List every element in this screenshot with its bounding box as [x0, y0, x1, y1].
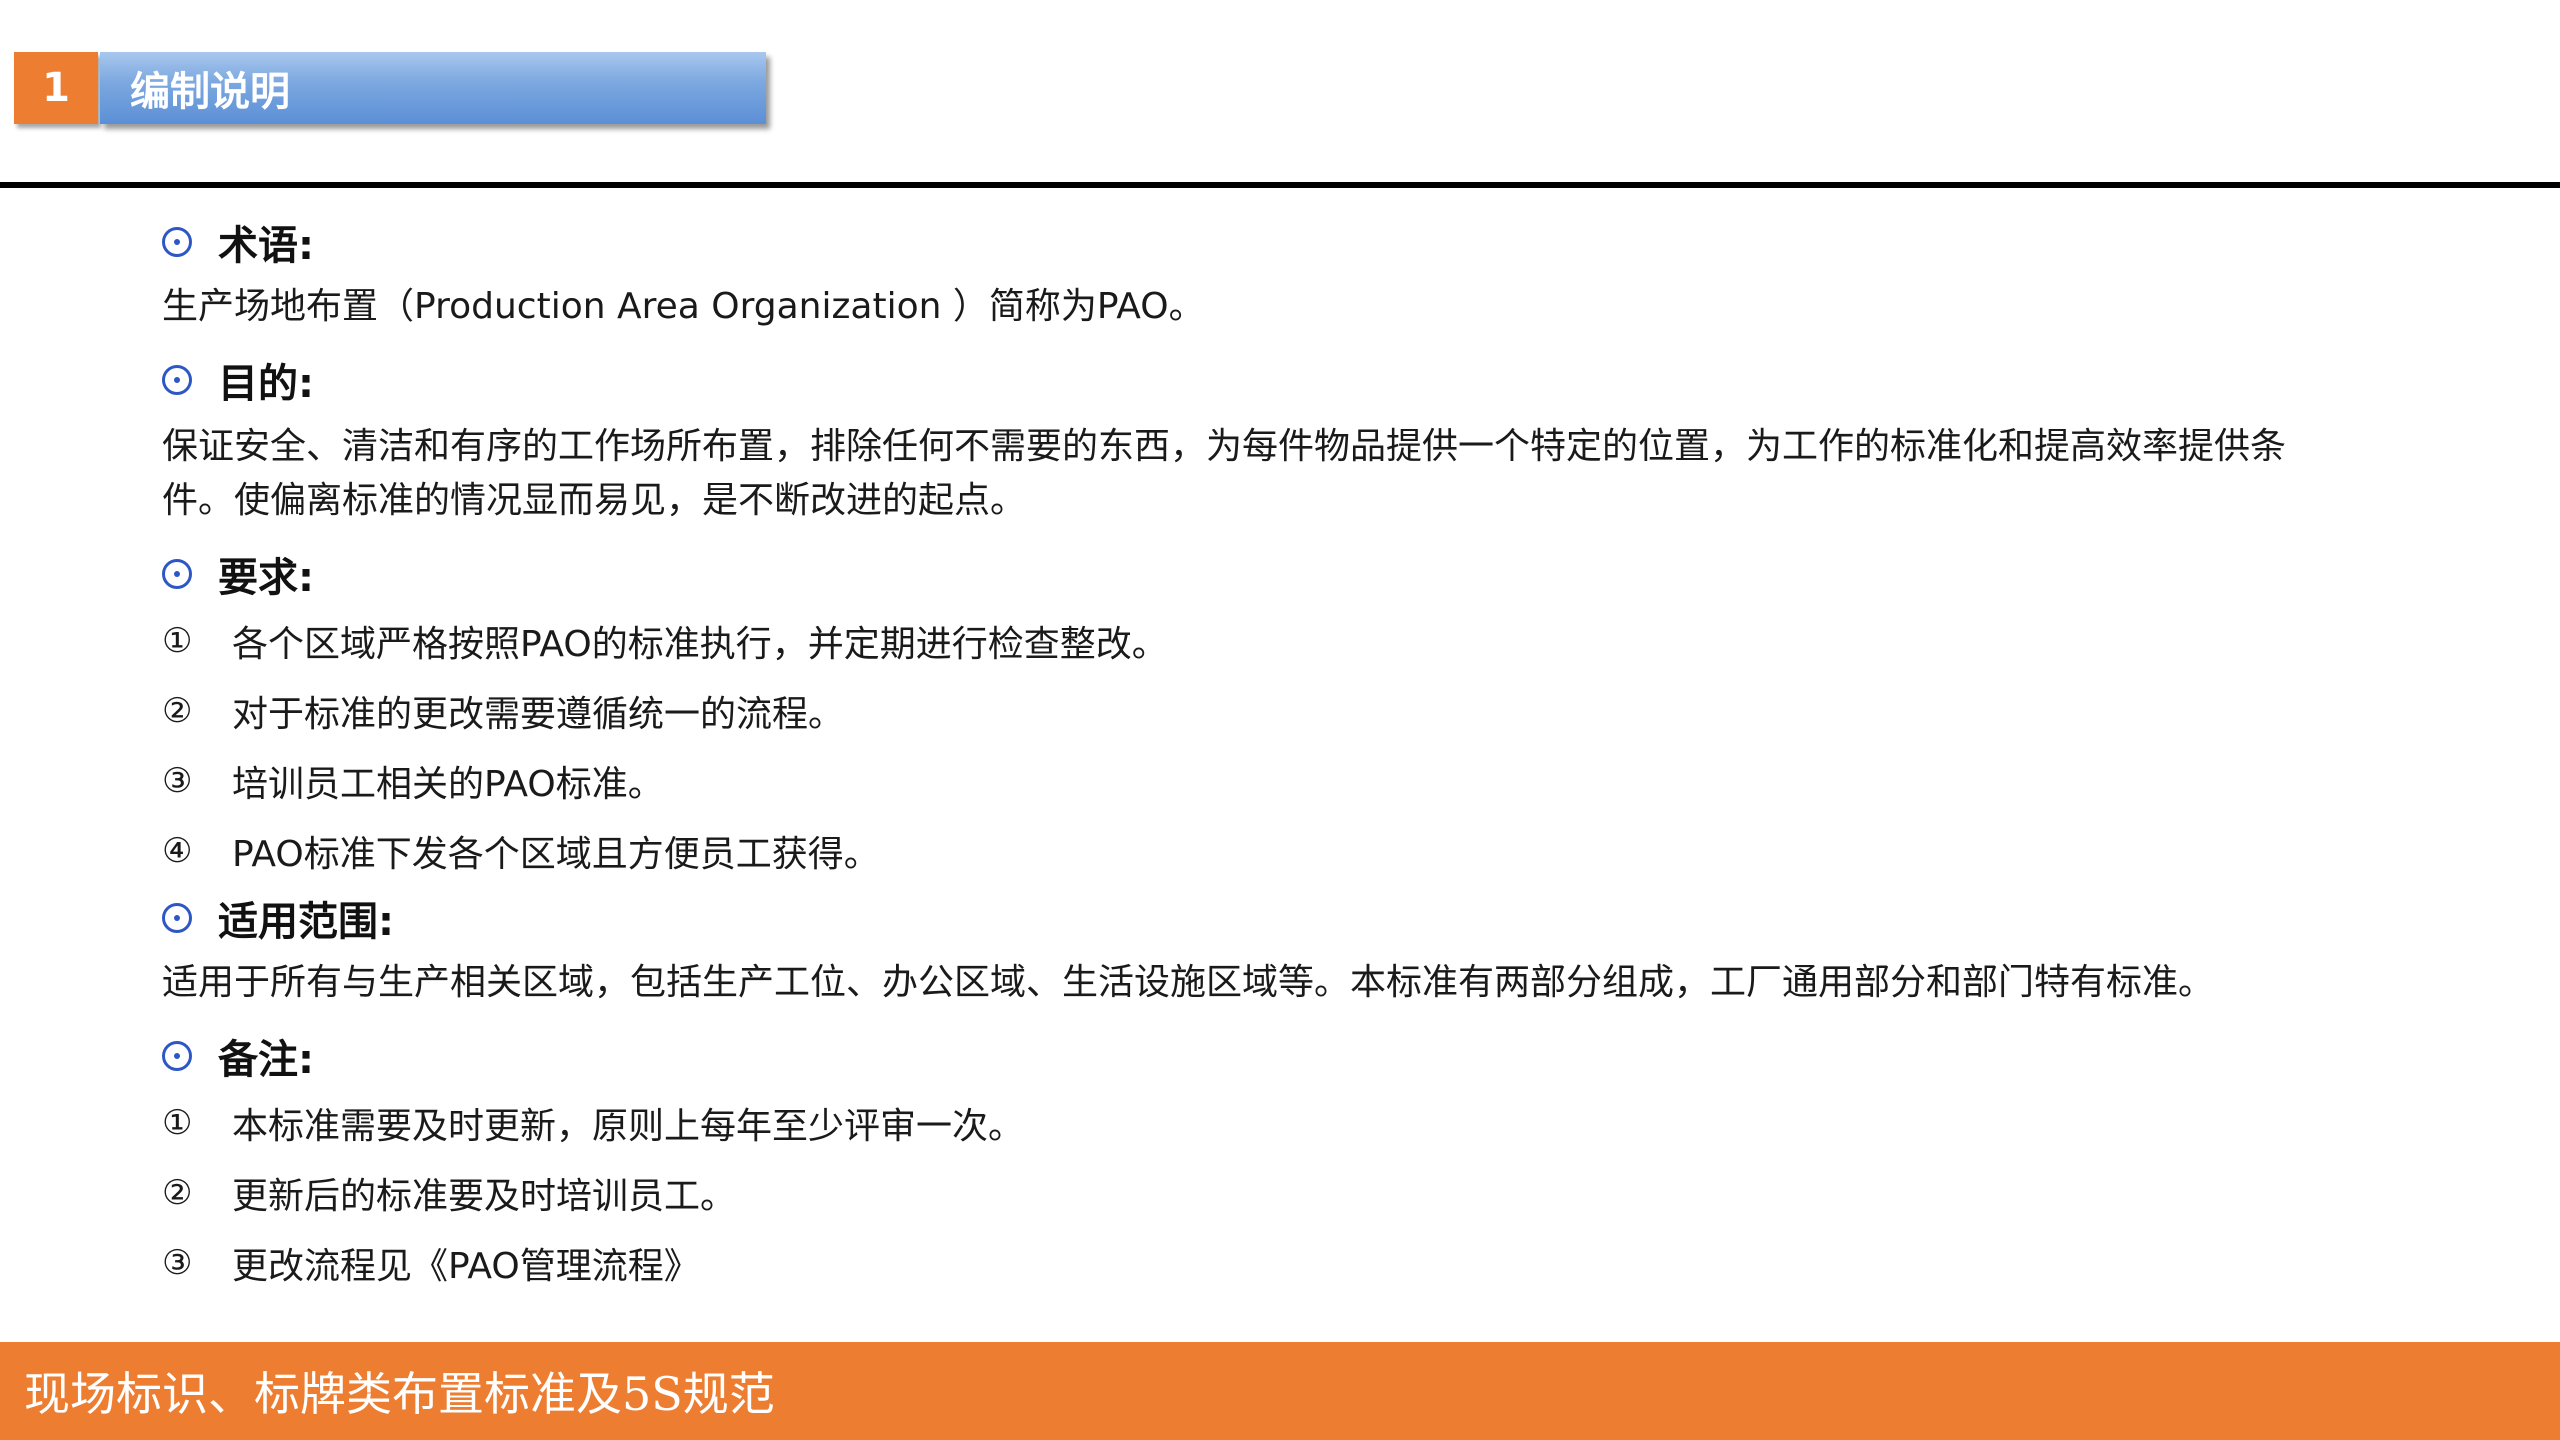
- purpose-line: 件。使偏离标准的情况显而易见，是不断改进的起点。: [162, 480, 1027, 521]
- purpose-heading-label: 目的:: [218, 361, 314, 407]
- section-title: 编制说明: [100, 52, 766, 124]
- item-text: 对于标准的更改需要遵循统一的流程。: [232, 694, 845, 735]
- footer-banner: 现场标识、标牌类布置标准及5S规范: [0, 1342, 2560, 1440]
- circle-bullet-icon: [162, 227, 192, 257]
- item-text: 各个区域严格按照PAO的标准执行，并定期进行检查整改。: [232, 624, 1168, 665]
- item-number: ③: [162, 761, 193, 801]
- list-item: ② 更新后的标准要及时培训员工。: [162, 1158, 2422, 1228]
- item-text: PAO标准下发各个区域且方便员工获得。: [232, 834, 880, 875]
- notes-heading: 备注:: [162, 1024, 2422, 1088]
- scope-text: 适用于所有与生产相关区域，包括生产工位、办公区域、生活设施区域等。本标准有两部分…: [162, 962, 2215, 1003]
- item-number: ③: [162, 1243, 193, 1283]
- section-number: 1: [14, 52, 98, 124]
- section-header: 1 编制说明: [14, 52, 766, 124]
- circle-bullet-icon: [162, 365, 192, 395]
- list-item: ① 各个区域严格按照PAO的标准执行，并定期进行检查整改。: [162, 606, 2422, 676]
- circle-bullet-icon: [162, 903, 192, 933]
- item-number: ④: [162, 831, 193, 871]
- item-number: ①: [162, 1103, 193, 1143]
- item-text: 本标准需要及时更新，原则上每年至少评审一次。: [232, 1106, 1025, 1147]
- purpose-heading: 目的:: [162, 348, 2422, 412]
- item-text: 培训员工相关的PAO标准。: [232, 764, 664, 805]
- terms-heading: 术语:: [162, 210, 2422, 274]
- list-item: ④ PAO标准下发各个区域且方便员工获得。: [162, 816, 2422, 886]
- list-item: ③ 培训员工相关的PAO标准。: [162, 746, 2422, 816]
- terms-text: 生产场地布置（Production Area Organization ）简称为…: [162, 286, 1205, 327]
- footer-title: 现场标识、标牌类布置标准及5S规范: [24, 1367, 775, 1421]
- item-text: 更新后的标准要及时培训员工。: [232, 1176, 737, 1217]
- item-number: ②: [162, 691, 193, 731]
- purpose-line: 保证安全、清洁和有序的工作场所布置，排除任何不需要的东西，为每件物品提供一个特定…: [162, 426, 2287, 467]
- requirements-heading-label: 要求:: [218, 555, 314, 601]
- requirements-heading: 要求:: [162, 542, 2422, 606]
- purpose-text: 保证安全、清洁和有序的工作场所布置，排除任何不需要的东西，为每件物品提供一个特定…: [162, 420, 2422, 528]
- list-item: ① 本标准需要及时更新，原则上每年至少评审一次。: [162, 1088, 2422, 1158]
- content-area: 术语: 生产场地布置（Production Area Organization …: [162, 210, 2422, 1298]
- circle-bullet-icon: [162, 559, 192, 589]
- item-text: 更改流程见《PAO管理流程》: [232, 1246, 700, 1287]
- list-item: ③ 更改流程见《PAO管理流程》: [162, 1228, 2422, 1298]
- divider: [0, 182, 2560, 188]
- item-number: ①: [162, 621, 193, 661]
- list-item: ② 对于标准的更改需要遵循统一的流程。: [162, 676, 2422, 746]
- terms-heading-label: 术语:: [218, 223, 314, 269]
- item-number: ②: [162, 1173, 193, 1213]
- notes-heading-label: 备注:: [218, 1037, 314, 1083]
- scope-heading-label: 适用范围:: [218, 899, 394, 945]
- scope-heading: 适用范围:: [162, 886, 2422, 950]
- circle-bullet-icon: [162, 1041, 192, 1071]
